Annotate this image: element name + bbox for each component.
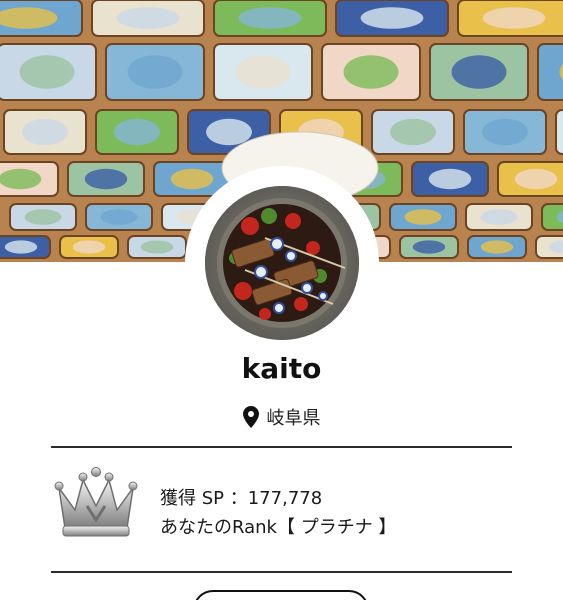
sp-value: 177,778 — [247, 488, 323, 509]
sp-label: 獲得 SP ： — [160, 488, 248, 509]
location-row: 岐阜県 — [0, 404, 563, 430]
avatar-image — [205, 186, 359, 340]
map-pin-icon — [242, 406, 259, 428]
username: kaito — [241, 352, 322, 385]
platinum-crown-icon — [54, 467, 138, 537]
avatar[interactable] — [185, 166, 379, 360]
action-button[interactable] — [193, 590, 369, 600]
divider — [51, 571, 512, 573]
rank-label: あなたのRank【 プラチナ 】 — [160, 517, 397, 538]
rank-section: 獲得 SP ：177,778 あなたのRank【 プラチナ 】 — [51, 466, 512, 556]
sp-row: 獲得 SP ：177,778 — [160, 484, 396, 513]
divider — [51, 446, 512, 448]
location-text: 岐阜県 — [266, 408, 321, 429]
